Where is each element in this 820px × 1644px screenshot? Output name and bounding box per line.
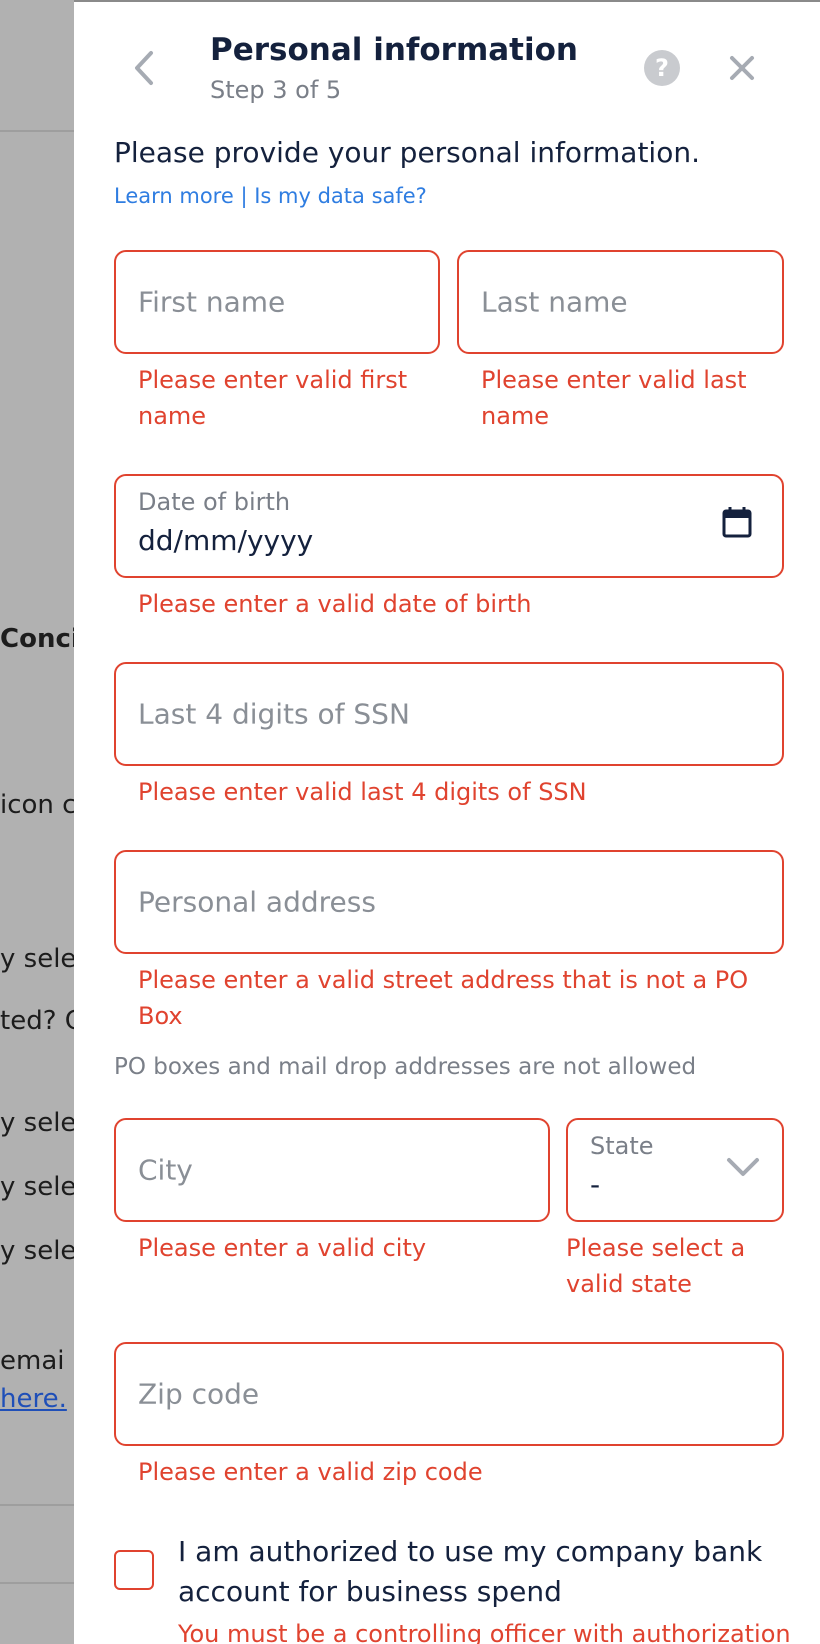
city-placeholder: City [138, 1153, 193, 1187]
state-select[interactable]: State - [566, 1118, 784, 1222]
help-button[interactable]: ? [644, 50, 680, 86]
city-field[interactable]: City [114, 1118, 550, 1222]
authorization-error: You must be a controlling officer with a… [178, 1620, 791, 1644]
close-icon [730, 56, 754, 80]
date-of-birth-label: Date of birth [138, 488, 291, 516]
calendar-icon[interactable] [722, 506, 752, 538]
first-name-placeholder: First name [138, 285, 286, 319]
learn-more-link[interactable]: Learn more [114, 184, 234, 208]
back-button[interactable] [126, 46, 162, 90]
data-safe-link[interactable]: Is my data safe? [254, 184, 427, 208]
background-text: y sele [0, 1172, 77, 1202]
ssn-placeholder: Last 4 digits of SSN [138, 697, 410, 731]
first-name-error: Please enter valid first name [138, 366, 408, 430]
zip-code-placeholder: Zip code [138, 1377, 260, 1411]
background-text: y sele [0, 1108, 77, 1138]
info-links: Learn more | Is my data safe? [114, 184, 427, 208]
zip-code-error: Please enter a valid zip code [138, 1458, 483, 1486]
link-separator: | [240, 184, 248, 208]
background-text: icon c [0, 790, 77, 820]
page-title: Personal information [210, 32, 578, 68]
ssn-field[interactable]: Last 4 digits of SSN [114, 662, 784, 766]
address-note: PO boxes and mail drop addresses are not… [114, 1054, 697, 1080]
last-name-field[interactable]: Last name [457, 250, 784, 354]
state-error: Please select a valid state [566, 1234, 746, 1298]
ssn-error: Please enter valid last 4 digits of SSN [138, 778, 587, 806]
address-field[interactable]: Personal address [114, 850, 784, 954]
last-name-error: Please enter valid last name [481, 366, 747, 430]
state-value: - [590, 1168, 601, 1201]
city-error: Please enter a valid city [138, 1234, 427, 1262]
close-button[interactable] [724, 50, 760, 86]
background-link: here. [0, 1384, 67, 1414]
authorization-checkbox[interactable] [114, 1550, 154, 1590]
state-label: State [590, 1132, 654, 1160]
background-text: emai [0, 1346, 65, 1376]
step-indicator: Step 3 of 5 [210, 76, 342, 104]
background-text: y sele [0, 1236, 77, 1266]
help-icon: ? [655, 54, 669, 82]
date-of-birth-field[interactable]: Date of birth dd/mm/yyyy [114, 474, 784, 578]
background-divider [0, 130, 74, 132]
chevron-left-icon [135, 51, 153, 85]
background-divider [0, 1504, 74, 1506]
background-divider [0, 1582, 74, 1584]
chevron-down-icon [727, 1158, 759, 1176]
personal-info-drawer: Personal information Step 3 of 5 ? Pleas… [74, 0, 820, 1644]
zip-code-field[interactable]: Zip code [114, 1342, 784, 1446]
date-of-birth-error: Please enter a valid date of birth [138, 590, 532, 618]
date-of-birth-value: dd/mm/yyyy [138, 524, 314, 557]
background-text: ted? C [0, 1006, 83, 1036]
background-heading: Conci [0, 624, 80, 654]
last-name-placeholder: Last name [481, 285, 628, 319]
address-error: Please enter a valid street address that… [138, 966, 749, 1030]
address-placeholder: Personal address [138, 885, 376, 919]
background-text: y sele [0, 944, 77, 974]
first-name-field[interactable]: First name [114, 250, 440, 354]
drawer-header: Personal information Step 3 of 5 ? [74, 2, 820, 122]
authorization-label: I am authorized to use my company bank a… [178, 1535, 763, 1608]
intro-text: Please provide your personal information… [114, 136, 700, 169]
